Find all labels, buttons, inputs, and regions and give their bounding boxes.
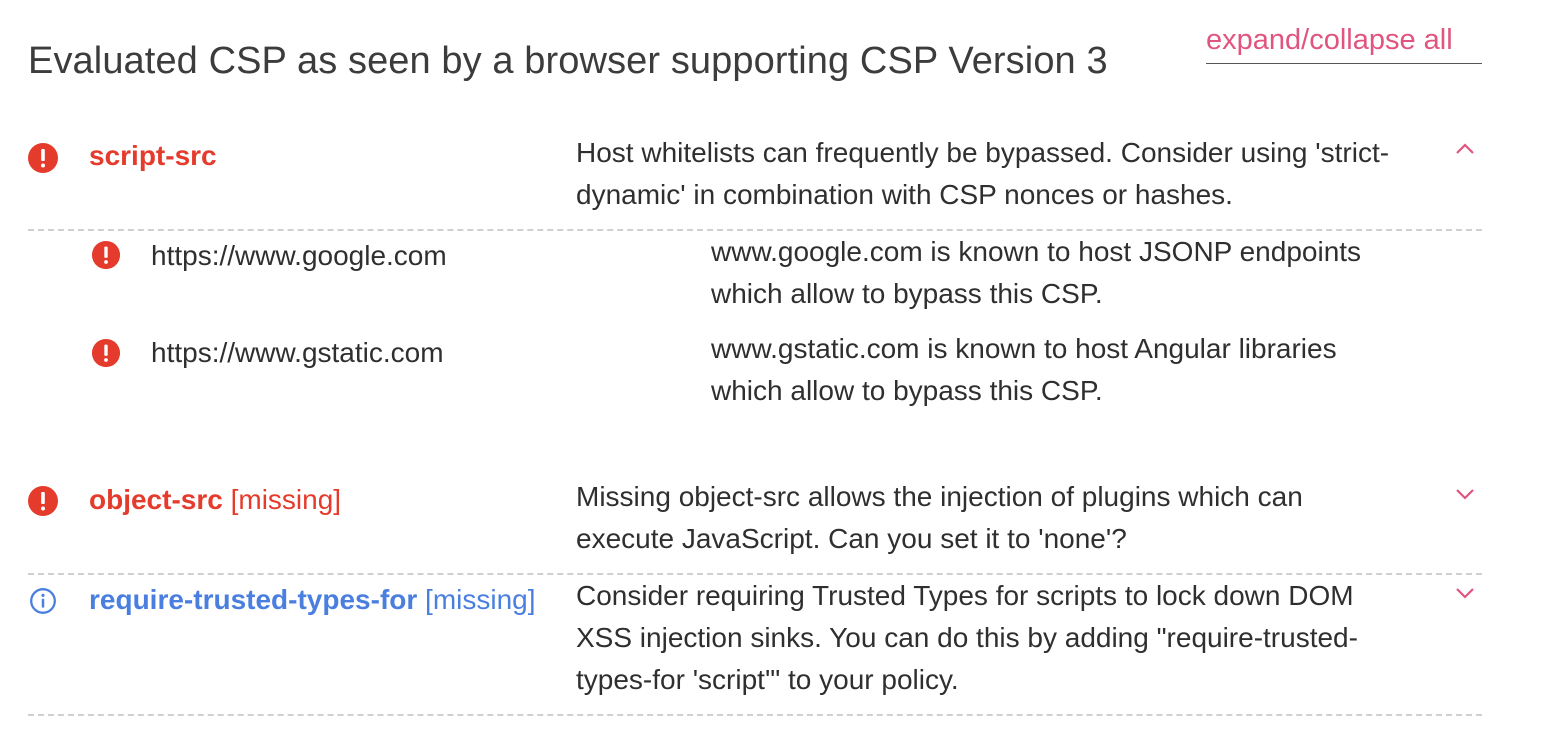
directive-label: require-trusted-types-for bbox=[89, 584, 418, 615]
value-description: www.google.com is known to host JSONP en… bbox=[711, 236, 1362, 309]
directive-name: script-src bbox=[89, 135, 217, 177]
host-value: https://www.gstatic.com bbox=[151, 337, 444, 368]
error-icon bbox=[91, 338, 121, 368]
finding-description: Host whitelists can frequently be bypass… bbox=[576, 137, 1390, 210]
missing-tag: [missing] bbox=[425, 584, 536, 615]
chevron-down-icon[interactable] bbox=[1454, 487, 1476, 501]
finding-description: Consider requiring Trusted Types for scr… bbox=[576, 580, 1358, 695]
directive-name: object-src [missing] bbox=[89, 479, 341, 521]
error-icon bbox=[28, 486, 58, 516]
directive-label: object-src bbox=[89, 484, 223, 515]
directive-name: require-trusted-types-for [missing] bbox=[89, 579, 539, 621]
info-icon bbox=[30, 588, 56, 614]
expand-collapse-all-link[interactable]: expand/collapse all bbox=[1206, 24, 1482, 64]
chevron-up-icon[interactable] bbox=[1454, 142, 1476, 156]
host-value: https://www.google.com bbox=[151, 240, 447, 271]
chevron-down-icon[interactable] bbox=[1454, 586, 1476, 600]
divider bbox=[28, 714, 1482, 716]
missing-tag: [missing] bbox=[230, 484, 342, 515]
error-icon bbox=[91, 240, 121, 270]
page-title: Evaluated CSP as seen by a browser suppo… bbox=[28, 40, 1108, 82]
finding-description: Missing object-src allows the injection … bbox=[576, 481, 1303, 554]
value-description: www.gstatic.com is known to host Angular… bbox=[711, 333, 1337, 406]
error-icon bbox=[28, 143, 58, 173]
directive-label: script-src bbox=[89, 140, 217, 171]
